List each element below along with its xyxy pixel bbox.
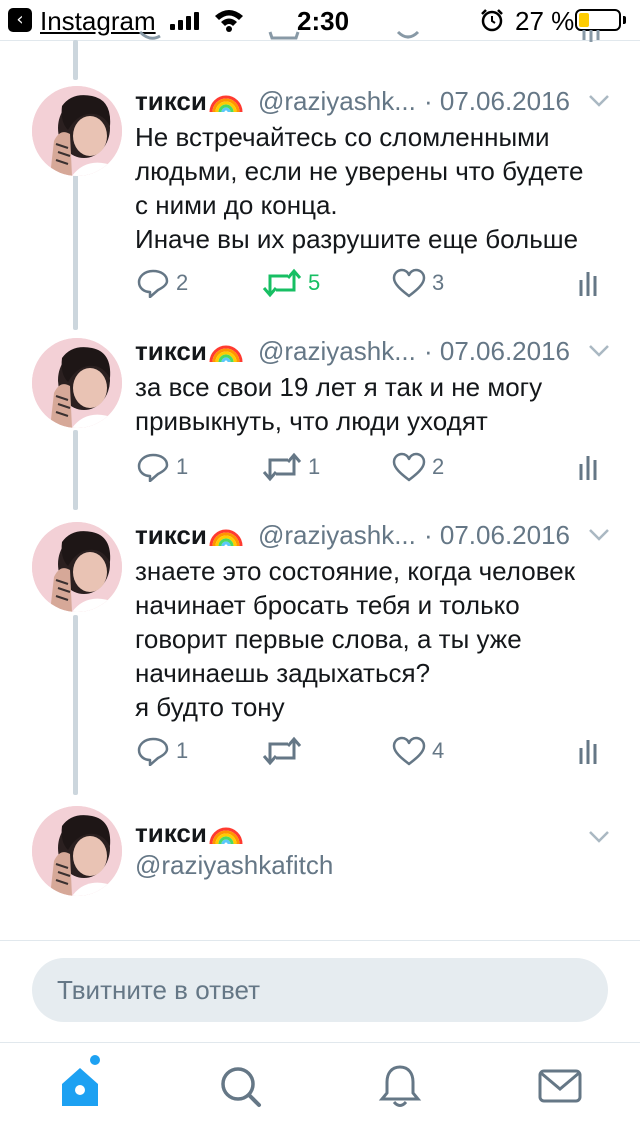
wifi-icon <box>215 10 243 32</box>
heart-icon <box>392 268 426 298</box>
chevron-down-icon[interactable] <box>588 344 610 358</box>
reply-count: 1 <box>176 454 189 479</box>
chevron-down-icon[interactable] <box>588 830 610 844</box>
analytics-button[interactable] <box>578 266 602 300</box>
reply-placeholder: Твитните в ответ <box>57 975 261 1005</box>
tweet-date: · 07.06.2016 <box>424 520 571 550</box>
thread-connector <box>73 615 78 795</box>
like-count: 3 <box>432 270 445 295</box>
avatar[interactable] <box>32 522 122 612</box>
retweet-count: 5 <box>308 270 321 295</box>
tweet-text: Не встречайтесь со сломленными людьми, е… <box>135 122 584 254</box>
reply-input[interactable]: Твитните в ответ <box>32 958 608 1022</box>
retweet-button[interactable]: 1 <box>262 450 320 484</box>
new-tweets-indicator <box>90 1055 100 1065</box>
analytics-icon <box>578 452 602 482</box>
tab-bar-divider <box>0 1042 640 1043</box>
analytics-button[interactable] <box>578 734 602 768</box>
like-count: 2 <box>432 454 445 479</box>
author-handle[interactable]: @raziyashk... <box>258 520 416 551</box>
retweet-icon <box>262 268 302 298</box>
author-handle[interactable]: @raziyashk... <box>258 336 416 367</box>
avatar[interactable] <box>32 338 122 428</box>
avatar[interactable] <box>32 806 122 896</box>
thread-connector <box>73 430 78 510</box>
tweet-text: за все свои 19 лет я так и не могу привы… <box>135 372 543 436</box>
rainbow-emoji-icon <box>209 343 243 363</box>
retweet-icon <box>262 452 302 482</box>
author-name[interactable]: тикси <box>135 520 243 551</box>
tweet-text: знаете это состояние, когда человек начи… <box>135 556 576 722</box>
rainbow-emoji-icon <box>209 527 243 547</box>
rainbow-emoji-icon <box>209 825 243 845</box>
reply-count: 2 <box>176 270 189 295</box>
avatar[interactable] <box>32 86 122 176</box>
reply-button[interactable]: 1 <box>136 450 188 484</box>
reply-icon <box>136 452 170 482</box>
chevron-down-icon[interactable] <box>588 528 610 542</box>
analytics-button[interactable] <box>578 450 602 484</box>
retweet-button[interactable] <box>262 734 308 768</box>
analytics-icon <box>578 268 602 298</box>
retweet-count: 1 <box>308 454 321 479</box>
reply-icon <box>136 736 170 766</box>
cellular-signal-icon <box>170 12 202 30</box>
author-name[interactable]: тикси <box>135 818 243 849</box>
partial-action-row <box>138 30 600 42</box>
alarm-icon <box>481 9 503 32</box>
author-handle[interactable]: @raziyashk... <box>258 86 416 117</box>
author-name[interactable]: тикси <box>135 336 243 367</box>
reply-icon <box>136 268 170 298</box>
reply-button[interactable]: 1 <box>136 734 188 768</box>
reply-button[interactable]: 2 <box>136 266 188 300</box>
analytics-icon <box>578 736 602 766</box>
reply-count: 1 <box>176 738 189 763</box>
author-name-text: тикси <box>135 818 207 848</box>
retweet-icon <box>262 736 302 766</box>
home-icon[interactable] <box>56 1062 104 1110</box>
tweet-date: · 07.06.2016 <box>424 86 571 116</box>
author-name-text: тикси <box>135 336 207 366</box>
notifications-icon[interactable] <box>376 1062 424 1110</box>
divider <box>0 940 640 941</box>
search-icon[interactable] <box>216 1062 264 1110</box>
like-button[interactable]: 3 <box>392 266 444 300</box>
author-handle[interactable]: @raziyashkafitch <box>135 850 333 881</box>
battery-icon <box>575 9 621 31</box>
chevron-down-icon[interactable] <box>588 94 610 108</box>
tweet-date: · 07.06.2016 <box>424 336 571 366</box>
heart-icon <box>392 736 426 766</box>
heart-icon <box>392 452 426 482</box>
like-button[interactable]: 4 <box>392 734 444 768</box>
author-name-text: тикси <box>135 86 207 116</box>
author-name[interactable]: тикси <box>135 86 243 117</box>
like-button[interactable]: 2 <box>392 450 444 484</box>
author-name-text: тикси <box>135 520 207 550</box>
back-arrow-icon[interactable]: ‹ <box>8 8 32 32</box>
thread-connector <box>73 40 78 80</box>
retweet-button[interactable]: 5 <box>262 266 320 300</box>
thread-connector <box>73 170 78 330</box>
like-count: 4 <box>432 738 445 763</box>
messages-icon[interactable] <box>536 1062 584 1110</box>
rainbow-emoji-icon <box>209 93 243 113</box>
